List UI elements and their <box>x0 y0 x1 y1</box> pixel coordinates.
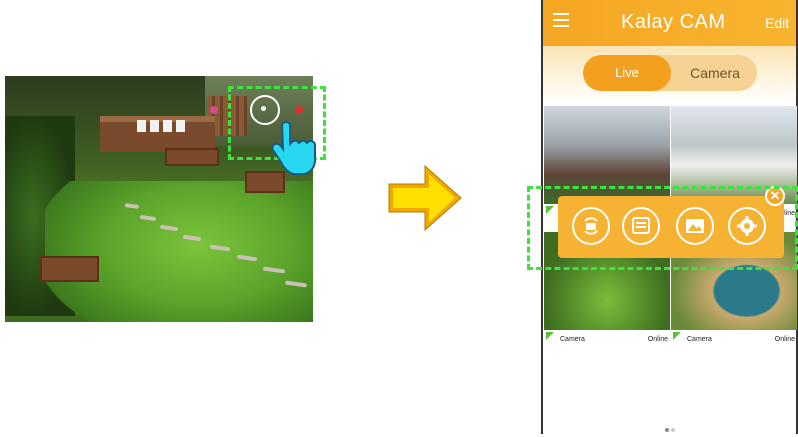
channel-number: 1 <box>10 10 19 27</box>
page-dot <box>671 428 675 432</box>
view-segmented-control: Live Camera <box>583 55 757 91</box>
camera-name: Camera <box>687 336 712 343</box>
hand-pointer-icon <box>271 121 316 175</box>
chair <box>176 120 185 132</box>
camera-status: Online <box>647 336 668 343</box>
camera-status: Online <box>774 336 795 343</box>
tab-camera[interactable]: Camera <box>673 55 757 91</box>
edit-button[interactable]: Edit <box>765 15 789 31</box>
chair <box>150 120 159 132</box>
camera-name: Camera <box>560 336 585 343</box>
flower <box>210 106 218 114</box>
page-dot-active <box>665 428 669 432</box>
feed-time: 22 : 10 : 35 <box>22 409 95 424</box>
garden-bench <box>165 148 219 166</box>
status-indicator <box>546 332 554 340</box>
tab-live[interactable]: Live <box>583 55 671 91</box>
garden-bench <box>40 256 99 282</box>
page-indicator <box>664 419 676 437</box>
lawn <box>45 181 313 322</box>
app-header: Kalay CAM Edit <box>543 0 796 46</box>
arrow-right-icon <box>388 164 462 232</box>
hamburger-menu-icon[interactable] <box>553 13 569 27</box>
app-title: Kalay CAM <box>621 11 726 33</box>
feed-date: 2010 / 12 / 25 <box>3 391 90 406</box>
highlight-box <box>527 186 798 270</box>
status-indicator <box>673 332 681 340</box>
chair <box>163 120 172 132</box>
chair <box>137 120 146 132</box>
